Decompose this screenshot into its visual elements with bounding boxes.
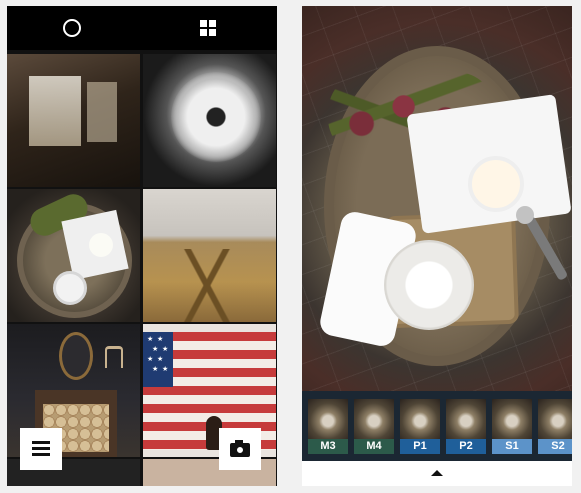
edited-photo	[302, 6, 572, 391]
circle-icon[interactable]	[63, 19, 81, 37]
filter-label: P1	[400, 439, 440, 454]
star-icon: ★	[152, 366, 159, 373]
mirror-image-part	[59, 332, 93, 380]
star-icon: ★	[162, 346, 169, 353]
filter-p2[interactable]: P2	[446, 399, 486, 454]
camera-button[interactable]	[219, 428, 261, 470]
bowl-image-part	[53, 271, 87, 305]
filter-label: S2	[538, 439, 572, 454]
chevron-up-icon[interactable]	[431, 470, 443, 476]
star-icon: ★	[157, 356, 164, 363]
editor-phone: M3 M4 P1 P2 S1 S2	[302, 6, 572, 486]
filter-thumbnail	[446, 399, 486, 439]
photo-dessert-tray[interactable]	[7, 189, 140, 322]
filter-thumbnail	[400, 399, 440, 439]
filter-label: M4	[354, 439, 394, 454]
photo-interior-room[interactable]	[7, 54, 140, 187]
star-icon: ★	[147, 356, 154, 363]
gallery-phone: ★ ★ ★ ★ ★ ★ ★ ★	[7, 6, 277, 486]
filter-thumbnail	[354, 399, 394, 439]
filter-p1[interactable]: P1	[400, 399, 440, 454]
filter-thumbnail	[308, 399, 348, 439]
window-image-part	[29, 76, 81, 146]
photo-flower-bw[interactable]	[143, 54, 276, 187]
flower-image-part	[171, 72, 261, 162]
menu-button[interactable]	[20, 428, 62, 470]
filter-m4[interactable]: M4	[354, 399, 394, 454]
antlers-image-part	[105, 346, 123, 368]
filter-s1[interactable]: S1	[492, 399, 532, 454]
star-icon: ★	[157, 336, 164, 343]
bowl-image-part	[384, 240, 474, 330]
filter-label: S1	[492, 439, 532, 454]
filter-s2[interactable]: S2	[538, 399, 572, 454]
cup-image-part	[89, 233, 113, 257]
bottom-toolbar	[302, 461, 572, 486]
filter-label: P2	[446, 439, 486, 454]
star-icon: ★	[162, 366, 169, 373]
photo-wheat-field[interactable]	[143, 189, 276, 322]
top-navigation-bar	[7, 6, 277, 50]
filter-thumbnail	[492, 399, 532, 439]
scoop-image-part	[516, 206, 534, 224]
filter-strip: M3 M4 P1 P2 S1 S2	[302, 391, 572, 461]
star-icon: ★	[152, 346, 159, 353]
grid-icon[interactable]	[200, 20, 216, 36]
star-icon: ★	[147, 336, 154, 343]
filter-label: M3	[308, 439, 348, 454]
cup-image-part	[468, 156, 524, 212]
window-image-part	[87, 82, 117, 142]
field-tracks-image-part	[143, 249, 276, 322]
app-comparison-screen: ★ ★ ★ ★ ★ ★ ★ ★ M3 M4 P1 P2 S1 S2	[0, 0, 581, 493]
filter-thumbnail	[538, 399, 572, 439]
filter-m3[interactable]: M3	[308, 399, 348, 454]
